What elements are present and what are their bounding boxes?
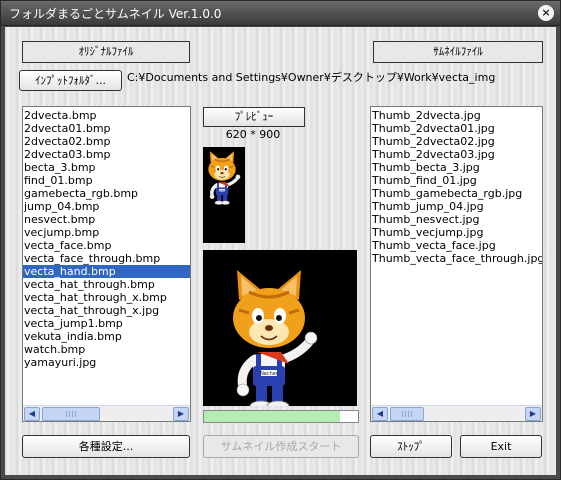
window-title: フォルダまるごとサムネイル Ver.1.0.0 [9,7,222,21]
list-item[interactable]: Thumb_find_01.jpg [371,174,542,187]
scroll-right-icon[interactable]: ▶ [173,407,189,421]
source-list-scrollbar[interactable]: ◀ ▶ [23,405,190,421]
scroll-left-icon[interactable]: ◀ [372,407,388,421]
thumbnail-file-items: Thumb_2dvecta.jpg Thumb_2dvecta01.jpg Thum… [371,107,542,265]
grip-icon [66,411,76,417]
list-item[interactable]: 2dvecta.bmp [23,109,190,122]
list-item[interactable]: vecta_hat_through_x.bmp [23,291,190,304]
source-file-list[interactable]: 2dvecta.bmp 2dvecta01.bmp 2dvecta02.bmp 2dv… [22,106,191,422]
start-thumbnail-button[interactable]: サムネイル作成スタート [203,435,359,458]
thumbnail-list-scrollbar[interactable]: ◀ ▶ [371,405,542,421]
close-icon[interactable]: × [538,5,554,21]
list-item[interactable]: gamebecta_rgb.bmp [23,187,190,200]
thumbnail-image [203,147,245,243]
list-item[interactable]: 2dvecta03.bmp [23,148,190,161]
list-item[interactable]: yamayuri.jpg [23,356,190,369]
source-file-items: 2dvecta.bmp 2dvecta01.bmp 2dvecta02.bmp 2dv… [23,107,190,369]
list-item[interactable]: watch.bmp [23,343,190,356]
scroll-thumb[interactable] [42,407,100,421]
thumbnail-file-list[interactable]: Thumb_2dvecta.jpg Thumb_2dvecta01.jpg Thum… [370,106,543,422]
list-item[interactable]: find_01.bmp [23,174,190,187]
list-item[interactable]: vecjump.bmp [23,226,190,239]
thumbnail-files-header: ｻﾑﾈｲﾙﾌｧｲﾙ [373,41,543,63]
main-panel: ｵﾘｼﾞﾅﾙﾌｧｲﾙ ｻﾑﾈｲﾙﾌｧｲﾙ ｲﾝﾌﾟｯﾄﾌｫﾙﾀﾞ... C:¥D… [5,27,556,475]
progress-fill [204,411,340,422]
list-item[interactable]: Thumb_nesvect.jpg [371,213,542,226]
list-item[interactable]: vecta_jump1.bmp [23,317,190,330]
list-item[interactable]: Thumb_vecta_face.jpg [371,239,542,252]
list-item[interactable]: 2dvecta02.bmp [23,135,190,148]
input-folder-button[interactable]: ｲﾝﾌﾟｯﾄﾌｫﾙﾀﾞ... [19,70,122,91]
exit-button[interactable]: Exit [460,435,542,458]
scroll-right-icon[interactable]: ▶ [525,407,541,421]
title-bar: フォルダまるごとサムネイル Ver.1.0.0 × [1,1,560,26]
list-item[interactable]: Thumb_2dvecta.jpg [371,109,542,122]
list-item[interactable]: Thumb_becta_3.jpg [371,161,542,174]
input-folder-path: C:¥Documents and Settings¥Owner¥デスクトップ¥W… [127,71,496,84]
list-item[interactable]: vecta_face.bmp [23,239,190,252]
list-item[interactable]: vecta_hat_through_x.jpg [23,304,190,317]
stop-button[interactable]: ｽﾄｯﾌﾟ [370,435,452,458]
list-item[interactable]: Thumb_2dvecta02.jpg [371,135,542,148]
preview-image [203,250,357,406]
grip-icon [402,411,412,417]
list-item[interactable]: vecta_hat_through.bmp [23,278,190,291]
list-item[interactable]: Thumb_jump_04.jpg [371,200,542,213]
list-item[interactable]: Thumb_2dvecta03.jpg [371,148,542,161]
app-window: フォルダまるごとサムネイル Ver.1.0.0 × ｵﾘｼﾞﾅﾙﾌｧｲﾙ ｻﾑﾈ… [0,0,561,480]
list-item[interactable]: Thumb_vecjump.jpg [371,226,542,239]
image-dimensions: 620 * 900 [225,128,281,141]
list-item[interactable]: nesvect.bmp [23,213,190,226]
list-item[interactable]: vecta_hand.bmp [23,265,190,278]
list-item[interactable]: Thumb_vecta_face_through.jpg [371,252,542,265]
list-item[interactable]: vekuta_india.bmp [23,330,190,343]
list-item[interactable]: jump_04.bmp [23,200,190,213]
progress-bar [203,410,359,423]
list-item[interactable]: Thumb_gamebecta_rgb.jpg [371,187,542,200]
list-item[interactable]: vecta_face_through.bmp [23,252,190,265]
preview-button[interactable]: ﾌﾟﾚﾋﾞｭｰ [203,107,305,127]
settings-button[interactable]: 各種設定... [22,435,190,458]
list-item[interactable]: Thumb_2dvecta01.jpg [371,122,542,135]
scroll-thumb[interactable] [390,407,424,421]
list-item[interactable]: 2dvecta01.bmp [23,122,190,135]
list-item[interactable]: becta_3.bmp [23,161,190,174]
scroll-left-icon[interactable]: ◀ [24,407,40,421]
original-files-header: ｵﾘｼﾞﾅﾙﾌｧｲﾙ [22,41,190,63]
